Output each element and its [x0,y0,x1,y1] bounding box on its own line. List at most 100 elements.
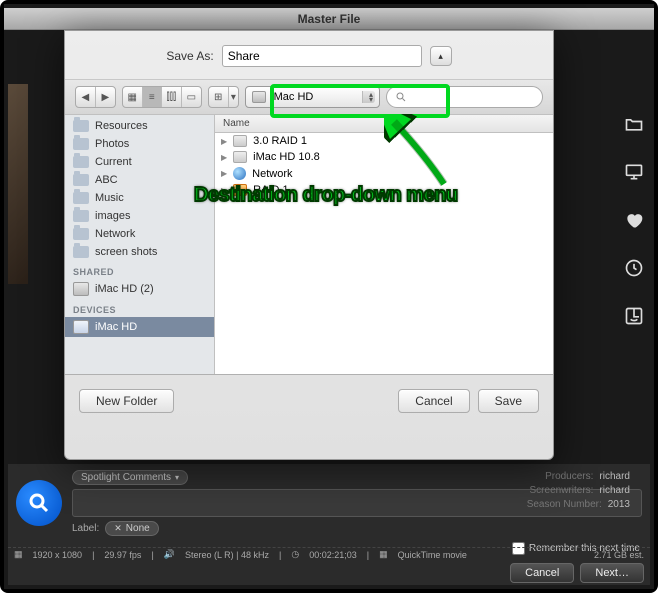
nav-back-forward[interactable]: ◀ ▶ [75,86,116,108]
search-badge [16,480,62,526]
magnifier-icon [27,491,51,515]
hd-icon [73,320,89,334]
sidebar-item-label: iMac HD [95,321,137,333]
disclosure-triangle-icon[interactable]: ▶ [221,153,227,162]
sidebar-item[interactable]: Resources [65,117,214,135]
heart-icon[interactable] [624,210,644,230]
file-name: 3.0 RAID 1 [253,135,307,147]
producers-value: richard [599,471,630,482]
sidebar-item[interactable]: Music [65,189,214,207]
window-title: Master File [4,8,654,30]
sidebar-item-label: Photos [95,138,129,150]
sidebar-item[interactable]: screen shots [65,243,214,261]
hd-icon [233,151,247,163]
new-folder-button[interactable]: New Folder [79,389,174,413]
chevron-down-icon: ▾ [175,473,179,482]
expand-toggle-button[interactable]: ▴ [430,46,452,66]
back-icon[interactable]: ◀ [76,87,96,107]
folder-icon[interactable] [624,114,644,134]
speaker-icon: 🔊 [164,549,175,560]
finder-icon[interactable] [624,306,644,326]
sidebar-item-label: Resources [95,120,148,132]
status-res: 1920 x 1080 [33,550,83,560]
arrange-dropdown[interactable]: ⊞ ▾ [208,86,239,108]
file-name: Network [252,168,292,180]
file-browser: Resources Photos Current ABC Music image… [65,115,553,375]
cancel-button[interactable]: Cancel [510,563,574,583]
disclosure-triangle-icon[interactable]: ▶ [221,186,227,195]
sidebar-item[interactable]: Network [65,225,214,243]
coverflow-view-icon[interactable]: ▭ [182,87,201,107]
spotlight-label: Spotlight Comments [81,472,171,483]
icon-view-icon[interactable]: ▦ [123,87,143,107]
dialog-cancel-button[interactable]: Cancel [398,389,469,413]
reel-icon: ▦ [379,549,388,560]
label-none-pill[interactable]: ✕None [105,521,158,536]
sidebar-item-label: Music [95,192,124,204]
dialog-save-button[interactable]: Save [478,389,539,413]
sidebar-item-label: Network [95,228,135,240]
producers-label: Producers: [545,471,593,482]
list-item[interactable]: ▶ Network [215,165,553,182]
sidebar-item-label: images [95,210,130,222]
grid-icon: ⊞ [209,87,229,107]
status-size: 2.71 GB est. [594,550,644,560]
sidebar-item-selected[interactable]: iMac HD [65,317,214,337]
background-photo [8,84,28,284]
clock-small-icon: ◷ [291,549,299,560]
destination-label: iMac HD [271,91,313,103]
sidebar-devices-header: DEVICES [65,299,214,317]
spotlight-comments-dropdown[interactable]: Spotlight Comments ▾ [72,470,188,485]
file-name: iMac HD 10.8 [253,151,320,163]
chevron-down-icon: ▾ [229,87,239,107]
list-item[interactable]: ▶ 3.0 RAID 1 [215,133,553,149]
list-item[interactable]: ▶ iMac HD 10.8 [215,149,553,165]
disclosure-triangle-icon[interactable]: ▶ [221,137,227,146]
column-view-icon[interactable]: ⫿⫿⫿ [162,87,182,107]
label-label: Label: [72,523,99,534]
up-down-arrows-icon: ▴▾ [369,92,373,102]
season-label: Season Number: [527,499,602,510]
sidebar-item[interactable]: images [65,207,214,225]
file-name: RAID 1 [253,184,288,196]
hd-icon [252,91,266,103]
dialog-footer: New Folder Cancel Save [65,375,553,427]
list-view-icon[interactable]: ≡ [143,87,163,107]
destination-dropdown[interactable]: iMac HD ▴▾ [245,86,380,108]
file-list[interactable]: Name ▶3.0 RAID 1 ▶iMac HD 10.8 ▶Network … [215,115,553,374]
monitor-icon[interactable] [624,162,644,182]
folder-icon [73,228,89,240]
hd-icon [233,184,247,196]
forward-icon[interactable]: ▶ [96,87,115,107]
folder-icon [73,210,89,222]
label-value: None [126,523,150,534]
sidebar-item[interactable]: iMac HD (2) [65,279,214,299]
sidebar-item-label: iMac HD (2) [95,283,154,295]
folder-icon [73,120,89,132]
sidebar-item-label: screen shots [95,246,157,258]
right-rail [620,114,648,326]
save-as-label: Save As: [166,49,213,63]
disclosure-triangle-icon[interactable]: ▶ [221,169,227,178]
film-icon: ▦ [14,549,23,560]
list-item[interactable]: ▶ RAID 1 [215,182,553,198]
sidebar-item[interactable]: Photos [65,135,214,153]
status-fps: 29.97 fps [104,550,141,560]
view-mode-segmented[interactable]: ▦ ≡ ⫿⫿⫿ ▭ [122,86,202,108]
sidebar-item-label: Current [95,156,132,168]
sidebar-item[interactable]: Current [65,153,214,171]
column-header-name[interactable]: Name [215,115,553,133]
clock-icon[interactable] [624,258,644,278]
screenwriters-label: Screenwriters: [530,485,594,496]
sidebar-shared-header: SHARED [65,261,214,279]
next-button[interactable]: Next… [580,563,644,583]
network-icon [233,167,246,180]
search-input[interactable] [411,91,534,103]
sidebar[interactable]: Resources Photos Current ABC Music image… [65,115,215,374]
save-as-input[interactable] [222,45,422,67]
sidebar-item[interactable]: ABC [65,171,214,189]
folder-icon [73,192,89,204]
search-icon [395,91,407,103]
folder-icon [73,174,89,186]
search-field[interactable] [386,86,543,108]
